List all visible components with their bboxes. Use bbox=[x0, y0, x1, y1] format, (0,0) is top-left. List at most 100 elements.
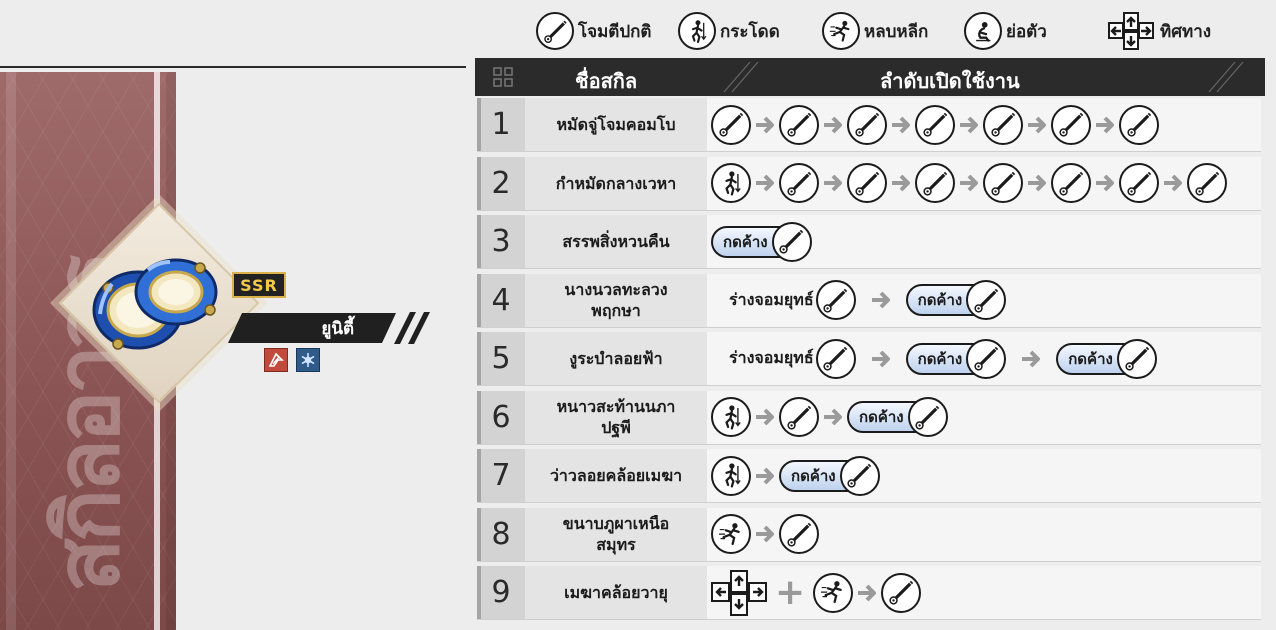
skill-name: หมัดจู่โจมคอมโบ bbox=[556, 115, 676, 134]
skill-row: 7 ว่าวลอยคล้อยเมฆา กดค้าง bbox=[477, 449, 1261, 503]
skill-row: 1 หมัดจู่โจมคอมโบ bbox=[477, 98, 1261, 152]
activation-sequence: กดค้าง bbox=[707, 455, 880, 496]
jump-icon bbox=[711, 455, 751, 496]
direction-keys-icon bbox=[711, 569, 767, 616]
attack-icon bbox=[983, 163, 1023, 203]
activation-sequence bbox=[707, 104, 1159, 145]
attack-icon bbox=[815, 280, 856, 320]
skill-number: 6 bbox=[491, 399, 511, 435]
hold-attack-input: กดค้าง bbox=[1056, 338, 1157, 379]
next-arrow-icon bbox=[1026, 114, 1048, 136]
jump-icon bbox=[711, 163, 751, 203]
attack-icon bbox=[711, 104, 751, 145]
attack-icon bbox=[815, 338, 856, 379]
hold-attack-input: กดค้าง bbox=[711, 221, 812, 262]
next-arrow-icon bbox=[822, 172, 844, 194]
right-key-icon bbox=[1138, 22, 1154, 39]
skill-number: 8 bbox=[491, 516, 511, 552]
skill-row: 2 กำหมัดกลางเวหา bbox=[477, 156, 1261, 211]
controls-legend: โจมตีปกติ กระโดด หลบหลีก ย่อตัว ทิศทาง bbox=[534, 8, 1244, 54]
attack-icon bbox=[915, 163, 955, 203]
skill-name: งูระบำลอยฟ้า bbox=[569, 349, 663, 368]
attack-type-badge bbox=[264, 348, 288, 372]
grid-icon bbox=[493, 67, 513, 87]
legend-direction: ทิศทาง bbox=[1108, 12, 1211, 50]
legend-attack: โจมตีปกติ bbox=[536, 12, 651, 50]
skill-number: 9 bbox=[491, 575, 511, 610]
attack-icon bbox=[847, 163, 887, 203]
header-skill-name: ชื่อสกิล bbox=[575, 69, 638, 93]
right-key-icon bbox=[748, 581, 767, 602]
jump-icon bbox=[678, 12, 716, 50]
stance-attack-input: ร่างจอมยุทธ์ bbox=[729, 280, 856, 320]
next-arrow-icon bbox=[1026, 172, 1048, 194]
skill-number: 3 bbox=[491, 224, 511, 259]
down-key-icon bbox=[1123, 31, 1139, 50]
skill-name: เมฆาคล้อยวายุ bbox=[564, 583, 668, 602]
next-arrow-icon bbox=[890, 114, 912, 136]
element-badge bbox=[296, 348, 320, 372]
dodge-icon bbox=[711, 514, 751, 554]
hold-attack-input: กดค้าง bbox=[905, 338, 1007, 379]
strike-type-icon bbox=[268, 352, 284, 367]
banner-stripe bbox=[6, 72, 16, 630]
next-arrow-icon bbox=[1020, 348, 1042, 370]
skill-number: 1 bbox=[491, 107, 511, 142]
ice-element-icon bbox=[301, 353, 315, 367]
attack-icon bbox=[779, 514, 819, 554]
attack-icon bbox=[1187, 163, 1227, 203]
activation-sequence: ร่างจอมยุทธ์ กดค้าง กดค้าง bbox=[707, 338, 1157, 379]
skill-row: 3 สรรพสิ่งหวนคืน กดค้าง bbox=[477, 215, 1261, 269]
section-divider bbox=[0, 66, 466, 68]
up-key-icon bbox=[730, 569, 748, 593]
next-arrow-icon bbox=[890, 172, 912, 194]
skill-name: กำหมัดกลางเวหา bbox=[555, 173, 677, 193]
attack-icon bbox=[779, 163, 819, 203]
skill-row: 4 นางนวลทะลวงพฤกษา ร่างจอมยุทธ์ กดค้าง bbox=[477, 273, 1261, 328]
attack-icon bbox=[983, 104, 1023, 145]
skill-number: 5 bbox=[491, 341, 511, 376]
skill-number: 7 bbox=[491, 458, 511, 493]
skill-name: ขนาบภูผาเหนือสมุทร bbox=[562, 514, 670, 554]
skill-name: หนาวสะท้านนภาปฐพี bbox=[556, 397, 676, 437]
activation-sequence: ร่างจอมยุทธ์ กดค้าง bbox=[707, 280, 1007, 320]
activation-sequence: กดค้าง bbox=[707, 221, 812, 262]
header-diagonal-decoration bbox=[723, 61, 759, 93]
attack-icon bbox=[907, 397, 948, 437]
skill-number: 4 bbox=[491, 282, 511, 318]
plus-icon: + bbox=[775, 571, 806, 613]
attack-icon bbox=[779, 104, 819, 145]
rarity-badge: SSR bbox=[232, 272, 286, 298]
attack-icon bbox=[966, 280, 1007, 320]
down-key-icon bbox=[730, 592, 748, 616]
skill-table-header: ชื่อสกิล ลำดับเปิดใช้งาน bbox=[475, 58, 1265, 96]
attack-icon bbox=[966, 338, 1007, 379]
attack-icon bbox=[839, 455, 880, 496]
next-arrow-icon bbox=[1094, 172, 1116, 194]
dodge-icon bbox=[822, 12, 860, 50]
legend-crouch-label: ย่อตัว bbox=[1006, 21, 1047, 42]
next-arrow-icon bbox=[1162, 172, 1184, 194]
legend-direction-label: ทิศทาง bbox=[1160, 21, 1212, 42]
next-arrow-icon bbox=[958, 172, 980, 194]
skill-row: 5 งูระบำลอยฟ้า ร่างจอมยุทธ์ กดค้าง กดค้าง bbox=[477, 332, 1261, 386]
attack-icon bbox=[1119, 163, 1159, 203]
attack-icon bbox=[1119, 104, 1159, 145]
hold-attack-input: กดค้าง bbox=[779, 455, 880, 496]
crouch-icon bbox=[964, 12, 1002, 50]
next-arrow-icon bbox=[754, 406, 776, 428]
next-arrow-icon bbox=[754, 114, 776, 136]
stance-label: ร่างจอมยุทธ์ bbox=[729, 289, 814, 309]
stance-attack-input: ร่างจอมยุทธ์ bbox=[729, 338, 856, 379]
attack-icon bbox=[1116, 338, 1157, 379]
hold-attack-input: กดค้าง bbox=[847, 397, 948, 437]
jump-icon bbox=[711, 397, 751, 437]
name-bar-slash-decoration bbox=[394, 312, 430, 344]
attack-icon bbox=[847, 104, 887, 145]
header-activation-order: ลำดับเปิดใช้งาน bbox=[880, 69, 1020, 93]
activation-sequence bbox=[707, 514, 819, 554]
skill-row: 8 ขนาบภูผาเหนือสมุทร bbox=[477, 507, 1261, 562]
attack-icon bbox=[779, 397, 819, 437]
attack-icon bbox=[1051, 104, 1091, 145]
legend-dodge-label: หลบหลีก bbox=[864, 21, 929, 42]
